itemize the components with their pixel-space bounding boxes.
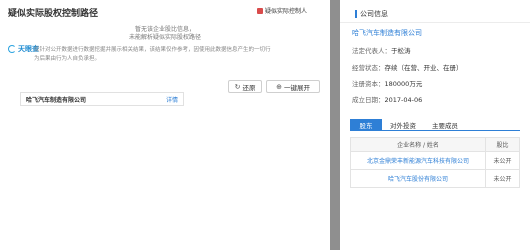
status-label: 经营状态： (352, 64, 385, 72)
legal-rep-label: 法定代表人： (352, 47, 391, 55)
table-row: 哈飞汽车股份有限公司 未公开 (350, 169, 520, 188)
company-node[interactable]: 哈飞汽车制造有限公司 详情 (20, 92, 184, 106)
empty-message-line2: 未能解析疑似实际股权路径 (128, 34, 201, 41)
company-node-name: 哈飞汽车制造有限公司 (26, 96, 87, 104)
capital-value: 180000万元 (384, 80, 423, 88)
screen: 疑似实际股权控制路径 疑似实际控制人 暂无该企业股比信息， 未能解析疑似实际股权… (0, 0, 530, 250)
modal-header: 疑似实际股权控制路径 疑似实际控制人 (0, 0, 330, 22)
company-detail-link[interactable]: 详情 (166, 95, 178, 104)
capital-row: 注册资本：180000万元 (352, 78, 422, 88)
panel-title: 公司信息 (355, 9, 388, 19)
expand-all-button[interactable]: ⊕ 一键展开 (266, 80, 320, 93)
disclaimer-line1: 仅针对公开数据进行数据挖掘并展示相关结果，该结果仅作参考，因使用此数据信息产生的… (34, 47, 271, 53)
logo-icon (8, 45, 16, 53)
title-accent-bar (355, 10, 357, 18)
founded-row: 成立日期：2017-04-06 (352, 94, 422, 104)
tab-key-members[interactable]: 主要成员 (424, 119, 466, 131)
company-info-panel: 公司信息 哈飞汽车制造有限公司 法定代表人：于松涛 经营状态：存续（在营、开业、… (340, 0, 530, 250)
shareholder-ratio: 未公开 (485, 169, 520, 188)
expand-icon: ⊕ (276, 82, 282, 91)
status-row: 经营状态：存续（在营、开业、在册） (352, 62, 463, 72)
col-header-ratio: 股比 (485, 137, 520, 152)
disclaimer-line2: 为后果由行为人自负承担。 (34, 56, 101, 62)
shareholder-name-link[interactable]: 哈飞汽车股份有限公司 (350, 169, 486, 188)
table-row: 北京金鼎荣丰新能源汽车科技有限公司 未公开 (350, 151, 520, 170)
restore-label: 还原 (242, 83, 256, 92)
capital-label: 注册资本： (352, 80, 385, 88)
expand-all-label: 一键展开 (283, 83, 310, 92)
legal-rep-row: 法定代表人：于松涛 (352, 45, 411, 55)
suspected-controller-toggle[interactable]: 疑似实际控制人 (257, 6, 307, 15)
empty-message: 暂无该企业股比信息， 未能解析疑似实际股权路径 (0, 26, 330, 42)
panel-title-text: 公司信息 (360, 10, 388, 18)
shareholder-ratio: 未公开 (485, 151, 520, 170)
refresh-icon: ↻ (234, 82, 241, 91)
shareholder-table: 企业名称 / 姓名 股比 北京金鼎荣丰新能源汽车科技有限公司 未公开 哈飞汽车股… (350, 137, 520, 188)
legal-rep-value: 于松涛 (391, 47, 411, 55)
shareholder-name-link[interactable]: 北京金鼎荣丰新能源汽车科技有限公司 (350, 151, 486, 170)
tab-shareholders[interactable]: 股东 (350, 119, 382, 131)
equity-path-modal: 疑似实际股权控制路径 疑似实际控制人 暂无该企业股比信息， 未能解析疑似实际股权… (0, 0, 330, 250)
status-value: 存续（在营、开业、在册） (384, 64, 463, 72)
empty-message-line1: 暂无该企业股比信息， (134, 26, 195, 33)
restore-button[interactable]: ↻ 还原 (228, 80, 262, 93)
flag-icon (257, 7, 263, 14)
founded-label: 成立日期： (352, 96, 385, 104)
table-header-row: 企业名称 / 姓名 股比 (350, 137, 520, 152)
company-name-link[interactable]: 哈飞汽车制造有限公司 (352, 28, 422, 38)
modal-title: 疑似实际股权控制路径 (8, 9, 99, 19)
info-tabs: 股东 对外投资 主要成员 (350, 119, 520, 131)
disclaimer: 仅针对公开数据进行数据挖掘并展示相关结果，该结果仅作参考，因使用此数据信息产生的… (34, 46, 324, 64)
col-header-name: 企业名称 / 姓名 (350, 137, 486, 152)
tab-investments[interactable]: 对外投资 (382, 119, 424, 131)
suspected-controller-label: 疑似实际控制人 (265, 8, 308, 15)
panel-divider (340, 22, 530, 23)
founded-value: 2017-04-06 (384, 96, 423, 104)
